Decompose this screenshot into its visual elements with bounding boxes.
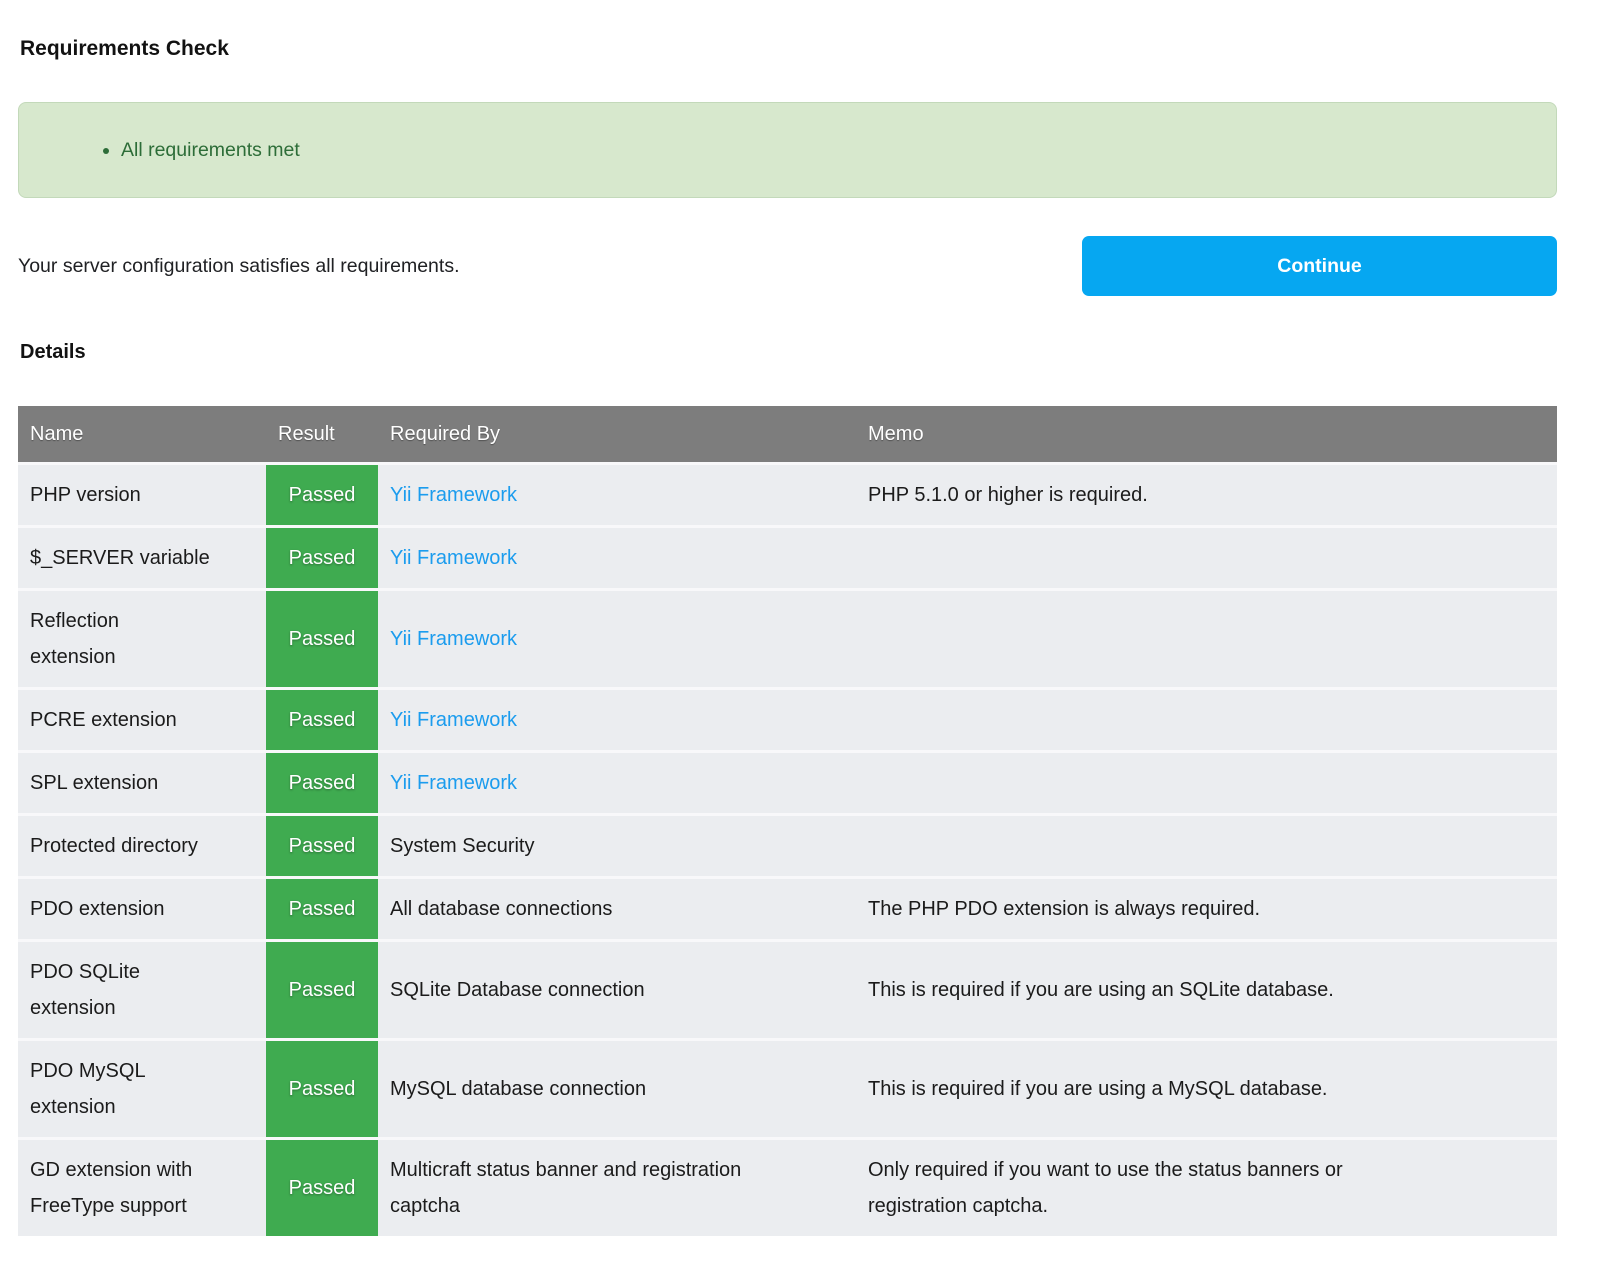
- result-badge: Passed: [266, 689, 378, 752]
- column-header-result: Result: [266, 406, 378, 464]
- table-row: $_SERVER variablePassed Yii Framework: [18, 527, 1557, 590]
- page-title: Requirements Check: [20, 36, 1557, 61]
- required-by-link[interactable]: Yii Framework: [390, 628, 517, 650]
- required-by-cell: Yii Framework: [378, 464, 856, 527]
- column-header-name: Name: [18, 406, 266, 464]
- required-by-link[interactable]: Yii Framework: [390, 709, 517, 731]
- result-badge: Passed: [266, 527, 378, 590]
- required-by-cell: System Security: [378, 815, 856, 878]
- required-by-cell: Multicraft status banner and registratio…: [378, 1139, 856, 1237]
- table-row: PCRE extensionPassed Yii Framework: [18, 689, 1557, 752]
- table-body: PHP versionPassedYii FrameworkPHP 5.1.0 …: [18, 464, 1557, 1237]
- table-row: Protected directoryPassed System Security: [18, 815, 1557, 878]
- required-by-cell: Yii Framework: [378, 590, 856, 689]
- table-row: GD extension with FreeType supportPassed…: [18, 1139, 1557, 1237]
- required-by-cell: Yii Framework: [378, 689, 856, 752]
- required-by-link[interactable]: Yii Framework: [390, 484, 517, 506]
- required-by-text: Multicraft status banner and registratio…: [390, 1159, 741, 1217]
- table-row: SPL extensionPassed Yii Framework: [18, 752, 1557, 815]
- alert-list: All requirements met: [19, 138, 1536, 162]
- table-header: NameResultRequired ByMemo: [18, 406, 1557, 464]
- requirement-name: PDO extension: [18, 878, 266, 941]
- result-badge: Passed: [266, 1040, 378, 1139]
- memo-cell: [856, 815, 1557, 878]
- header-row: NameResultRequired ByMemo: [18, 406, 1557, 464]
- details-heading: Details: [20, 340, 1557, 364]
- alert-item: All requirements met: [121, 138, 1536, 162]
- result-badge: Passed: [266, 464, 378, 527]
- memo-cell: This is required if you are using an SQL…: [856, 941, 1557, 1040]
- requirement-name: PHP version: [18, 464, 266, 527]
- page-container: Requirements Check All requirements met …: [18, 36, 1557, 1236]
- memo-cell: The PHP PDO extension is always required…: [856, 878, 1557, 941]
- requirement-name: PDO MySQL extension: [18, 1040, 266, 1139]
- table-row: PDO SQLite extensionPassed SQLite Databas…: [18, 941, 1557, 1040]
- column-header-required-by: Required By: [378, 406, 856, 464]
- required-by-text: System Security: [390, 835, 534, 857]
- required-by-cell: SQLite Database connection: [378, 941, 856, 1040]
- memo-cell: This is required if you are using a MySQ…: [856, 1040, 1557, 1139]
- memo-cell: Only required if you want to use the sta…: [856, 1139, 1557, 1237]
- memo-cell: [856, 752, 1557, 815]
- result-badge: Passed: [266, 815, 378, 878]
- required-by-cell: MySQL database connection: [378, 1040, 856, 1139]
- summary-text: Your server configuration satisfies all …: [18, 255, 460, 278]
- memo-cell: [856, 527, 1557, 590]
- required-by-text: MySQL database connection: [390, 1078, 646, 1100]
- required-by-text: All database connections: [390, 898, 612, 920]
- requirement-name: $_SERVER variable: [18, 527, 266, 590]
- requirement-name: SPL extension: [18, 752, 266, 815]
- details-table: NameResultRequired ByMemo PHP versionPas…: [18, 406, 1557, 1236]
- result-badge: Passed: [266, 590, 378, 689]
- requirement-name: Protected directory: [18, 815, 266, 878]
- required-by-cell: Yii Framework: [378, 752, 856, 815]
- required-by-link[interactable]: Yii Framework: [390, 772, 517, 794]
- success-alert: All requirements met: [18, 102, 1557, 198]
- requirement-name: GD extension with FreeType support: [18, 1139, 266, 1237]
- memo-cell: [856, 689, 1557, 752]
- required-by-cell: All database connections: [378, 878, 856, 941]
- required-by-text: SQLite Database connection: [390, 979, 645, 1001]
- result-badge: Passed: [266, 878, 378, 941]
- result-badge: Passed: [266, 941, 378, 1040]
- result-badge: Passed: [266, 1139, 378, 1237]
- requirement-name: Reflection extension: [18, 590, 266, 689]
- continue-button[interactable]: Continue: [1082, 236, 1557, 296]
- required-by-link[interactable]: Yii Framework: [390, 547, 517, 569]
- memo-cell: [856, 590, 1557, 689]
- required-by-cell: Yii Framework: [378, 527, 856, 590]
- table-row: Reflection extensionPassed Yii Framework: [18, 590, 1557, 689]
- table-row: PDO extensionPassed All database connecti…: [18, 878, 1557, 941]
- column-header-memo: Memo: [856, 406, 1557, 464]
- table-row: PHP versionPassed Yii Framework PHP 5.1.0 …: [18, 464, 1557, 527]
- summary-row: Your server configuration satisfies all …: [18, 236, 1557, 296]
- table-row: PDO MySQL extensionPassed MySQL database …: [18, 1040, 1557, 1139]
- requirement-name: PCRE extension: [18, 689, 266, 752]
- memo-cell: PHP 5.1.0 or higher is required.: [856, 464, 1557, 527]
- result-badge: Passed: [266, 752, 378, 815]
- requirement-name: PDO SQLite extension: [18, 941, 266, 1040]
